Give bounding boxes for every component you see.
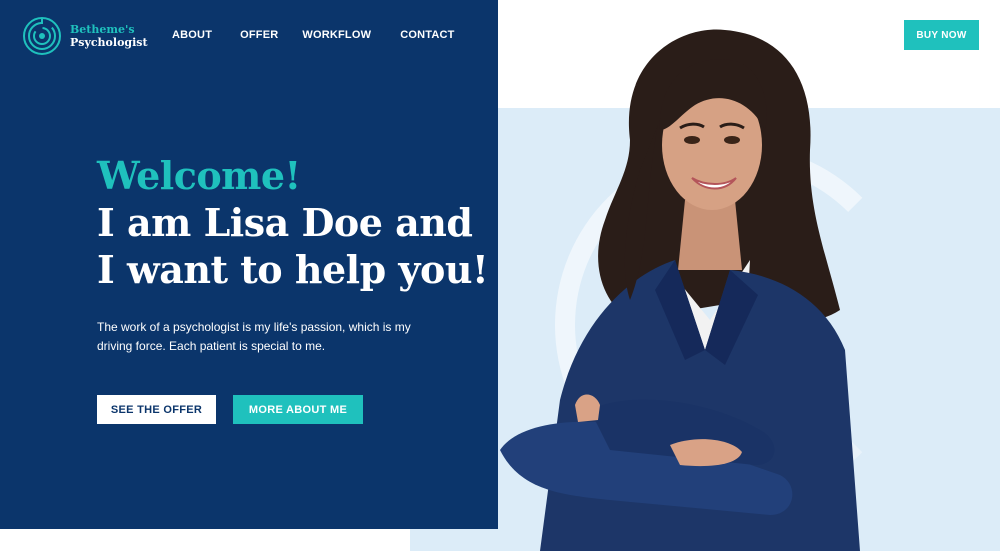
nav-item-contact[interactable]: CONTACT [400,29,454,41]
see-offer-button[interactable]: SEE THE OFFER [97,395,216,424]
more-about-me-button[interactable]: MORE ABOUT ME [233,395,363,424]
maze-logo-icon [23,17,61,55]
nav-item-about[interactable]: ABOUT [172,29,212,41]
hero-title-line1: I am Lisa Doe and [97,200,473,245]
logo-text-line2: Psychologist [70,36,148,49]
portrait-image [500,29,860,551]
hero-heading: Welcome! I am Lisa Doe and I want to hel… [97,152,497,293]
site-logo[interactable]: Betheme's Psychologist [22,16,148,56]
hero-welcome: Welcome! [97,153,301,198]
hero-title-line2: I want to help you! [97,247,489,292]
buy-now-button[interactable]: BUY NOW [904,20,979,50]
logo-text-line1: Betheme's [70,23,135,36]
nav-item-offer[interactable]: OFFER [240,29,278,41]
nav-item-workflow[interactable]: WORKFLOW [302,29,371,41]
hero-description: The work of a psychologist is my life's … [97,320,411,353]
main-nav: ABOUT OFFER WORKFLOW CONTACT [172,29,455,41]
